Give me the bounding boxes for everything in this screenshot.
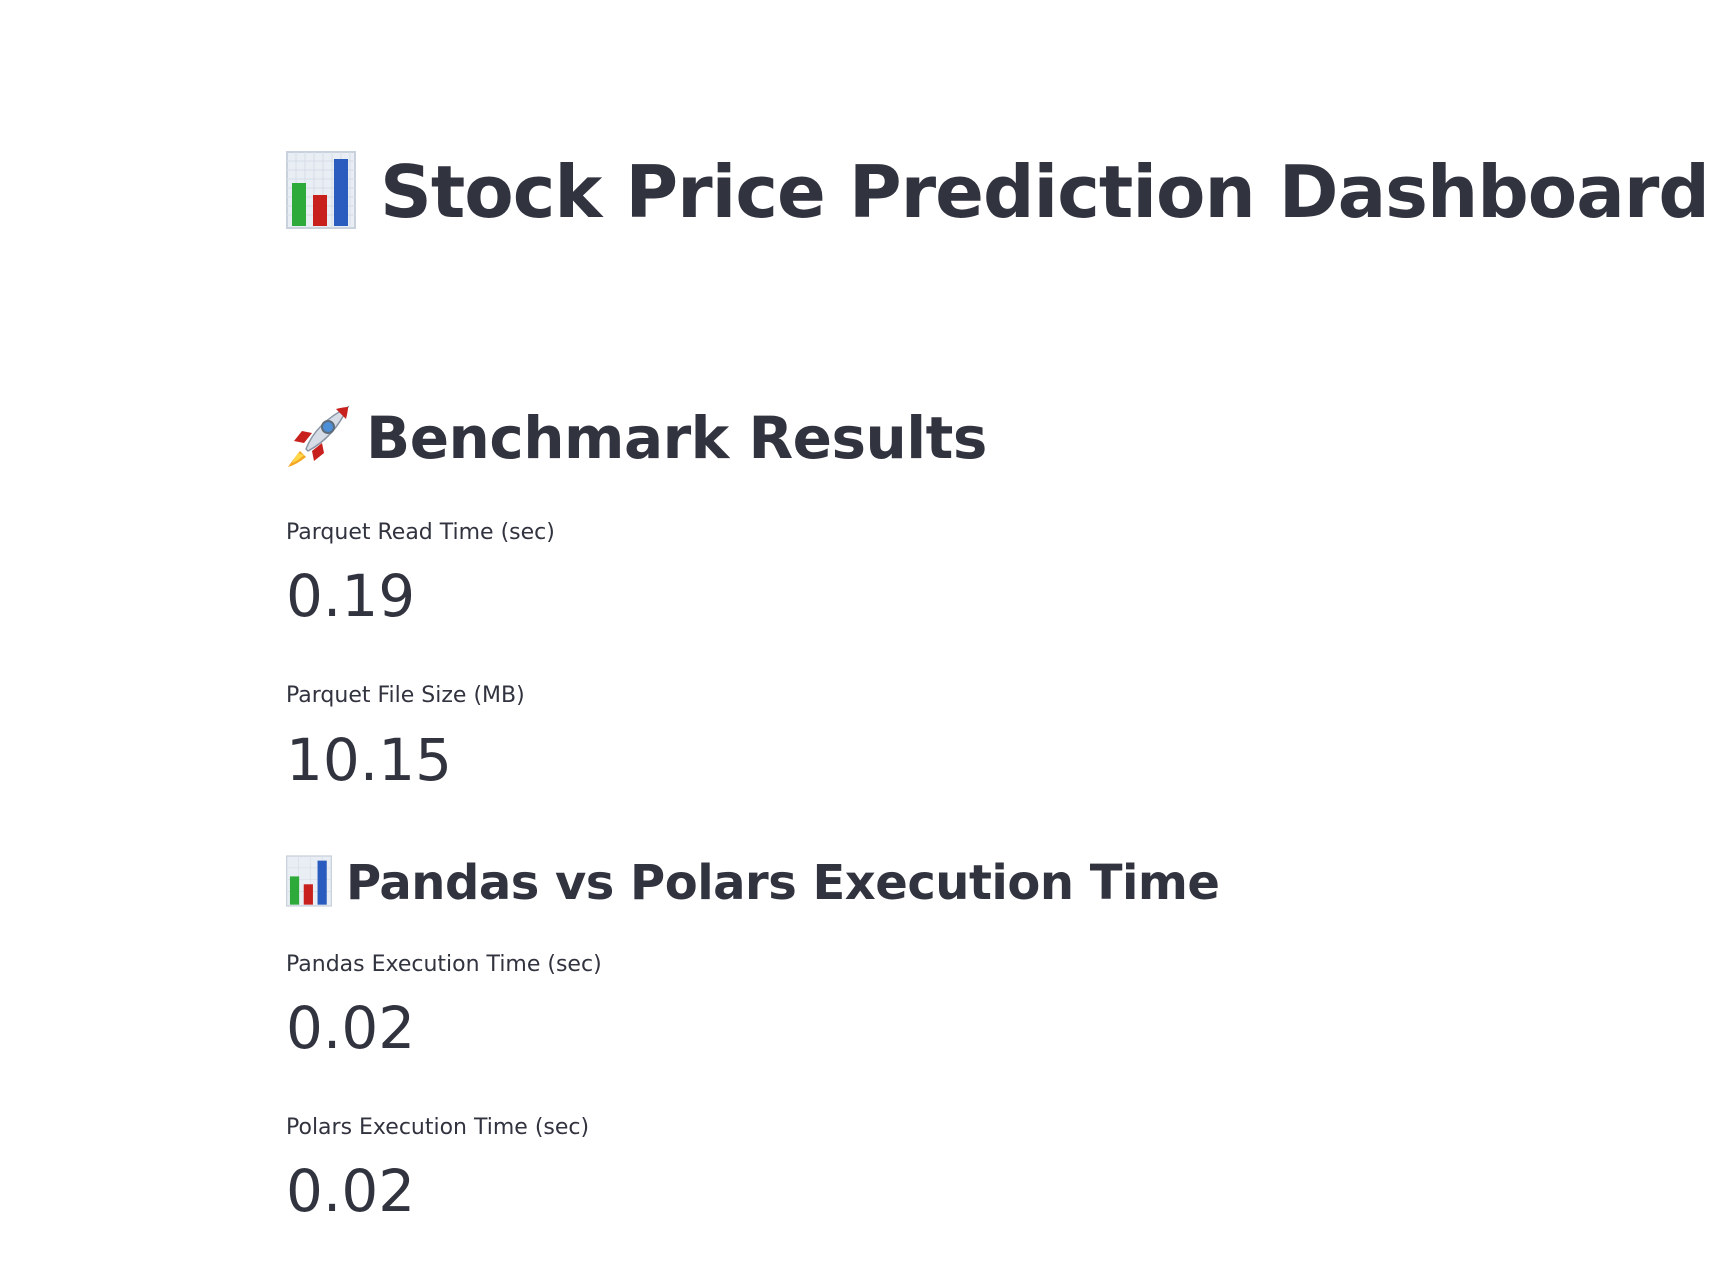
page-title-row: Stock Price Prediction Dashboard: [286, 150, 1710, 234]
metric-value-parquet-read-time: 0.19: [286, 562, 416, 630]
bar-chart-icon: [286, 855, 332, 911]
metric-value-pandas-time: 0.02: [286, 994, 416, 1062]
metric-value-parquet-file-size: 10.15: [286, 726, 453, 794]
rocket-icon: [286, 403, 352, 473]
benchmark-heading: Benchmark Results: [366, 404, 987, 472]
metric-label-pandas-time: Pandas Execution Time (sec): [286, 952, 602, 977]
metric-label-parquet-file-size: Parquet File Size (MB): [286, 683, 525, 708]
metric-label-polars-time: Polars Execution Time (sec): [286, 1115, 590, 1140]
bar-chart-icon: [286, 151, 356, 233]
benchmark-heading-row: Benchmark Results: [286, 403, 987, 473]
page-title: Stock Price Prediction Dashboard: [380, 150, 1710, 234]
metric-label-parquet-read-time: Parquet Read Time (sec): [286, 520, 555, 545]
comparison-heading-row: Pandas vs Polars Execution Time: [286, 855, 1220, 911]
metric-value-polars-time: 0.02: [286, 1157, 416, 1225]
comparison-heading: Pandas vs Polars Execution Time: [346, 855, 1220, 911]
